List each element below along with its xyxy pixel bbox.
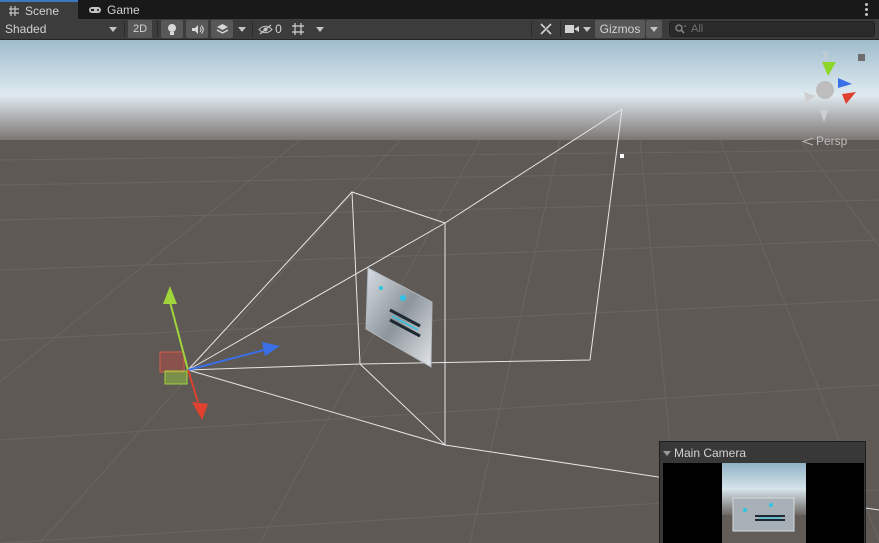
chevron-down-icon: [238, 26, 246, 32]
wrench-icon: [540, 23, 552, 35]
2d-toggle-label: 2D: [132, 23, 148, 35]
speaker-icon: [191, 24, 204, 34]
camera-settings-dropdown[interactable]: [581, 20, 593, 38]
more-options-icon[interactable]: [865, 3, 869, 16]
camera-preview-window: Main Camera: [659, 441, 866, 543]
camera-preview-title: Main Camera: [674, 446, 747, 460]
hidden-objects-toggle[interactable]: 0: [255, 20, 285, 38]
effects-dropdown[interactable]: [235, 20, 249, 38]
divider: [124, 21, 125, 37]
frustum-handle[interactable]: [620, 154, 624, 158]
shading-mode-dropdown[interactable]: Shaded: [0, 20, 122, 38]
eye-slash-icon: [258, 23, 273, 35]
tab-game-label: Game: [107, 2, 140, 17]
gizmo-lock-icon[interactable]: [858, 54, 865, 61]
tab-scene-label: Scene: [25, 3, 60, 18]
layers-icon: [216, 24, 228, 34]
gamepad-icon: [89, 6, 101, 13]
gizmo-axis-label: y: [823, 48, 829, 60]
tab-bar: Scene Game: [0, 0, 879, 19]
foldout-arrow-icon[interactable]: [663, 450, 671, 456]
video-camera-icon: [565, 25, 579, 33]
skybox: [0, 40, 879, 140]
tab-game[interactable]: Game: [80, 0, 150, 19]
xy-plane-handle[interactable]: [159, 351, 185, 373]
gizmos-dropdown[interactable]: [646, 20, 662, 38]
camera-preview-header[interactable]: Main Camera: [663, 446, 746, 460]
xz-plane-handle[interactable]: [164, 370, 188, 385]
camera-settings-button[interactable]: [563, 20, 581, 38]
perspective-icon: [802, 137, 813, 145]
search-icon: [675, 24, 686, 34]
shading-mode-value: Shaded: [5, 22, 47, 36]
gizmos-label: Gizmos: [599, 22, 641, 36]
grid-icon: [9, 5, 19, 16]
audio-toggle-button[interactable]: [186, 20, 208, 38]
divider: [531, 21, 532, 37]
divider: [252, 21, 253, 37]
divider: [157, 21, 158, 37]
grid-snap-icon: [292, 23, 304, 35]
effects-toggle-button[interactable]: [211, 20, 233, 38]
scene-search-input[interactable]: All: [669, 21, 875, 37]
scene-viewport[interactable]: y Persp Main Camera: [0, 40, 879, 543]
2d-toggle-button[interactable]: 2D: [128, 20, 152, 38]
search-placeholder: All: [691, 23, 704, 35]
projection-label: Persp: [816, 134, 848, 148]
lighting-toggle-button[interactable]: [161, 20, 183, 38]
divider: [560, 21, 561, 37]
camera-preview-view: [663, 463, 864, 543]
chevron-down-icon: [583, 26, 591, 32]
scene-toolbar: Shaded 2D 0 Gizmos All: [0, 19, 879, 40]
ui-canvas-thumbnail: [732, 497, 795, 532]
grid-toggle-button[interactable]: [288, 20, 308, 38]
hidden-objects-count: 0: [275, 22, 282, 36]
chevron-down-icon: [650, 26, 658, 32]
chevron-down-icon: [316, 26, 324, 32]
grid-options-dropdown[interactable]: [312, 20, 328, 38]
lightbulb-icon: [168, 23, 176, 35]
tools-toggle-button[interactable]: [535, 20, 557, 38]
gizmos-button[interactable]: Gizmos: [595, 20, 645, 38]
tab-scene[interactable]: Scene: [0, 0, 78, 19]
chevron-down-icon: [109, 26, 117, 32]
camera-preview-render: [722, 463, 806, 543]
projection-toggle[interactable]: Persp: [802, 134, 847, 148]
